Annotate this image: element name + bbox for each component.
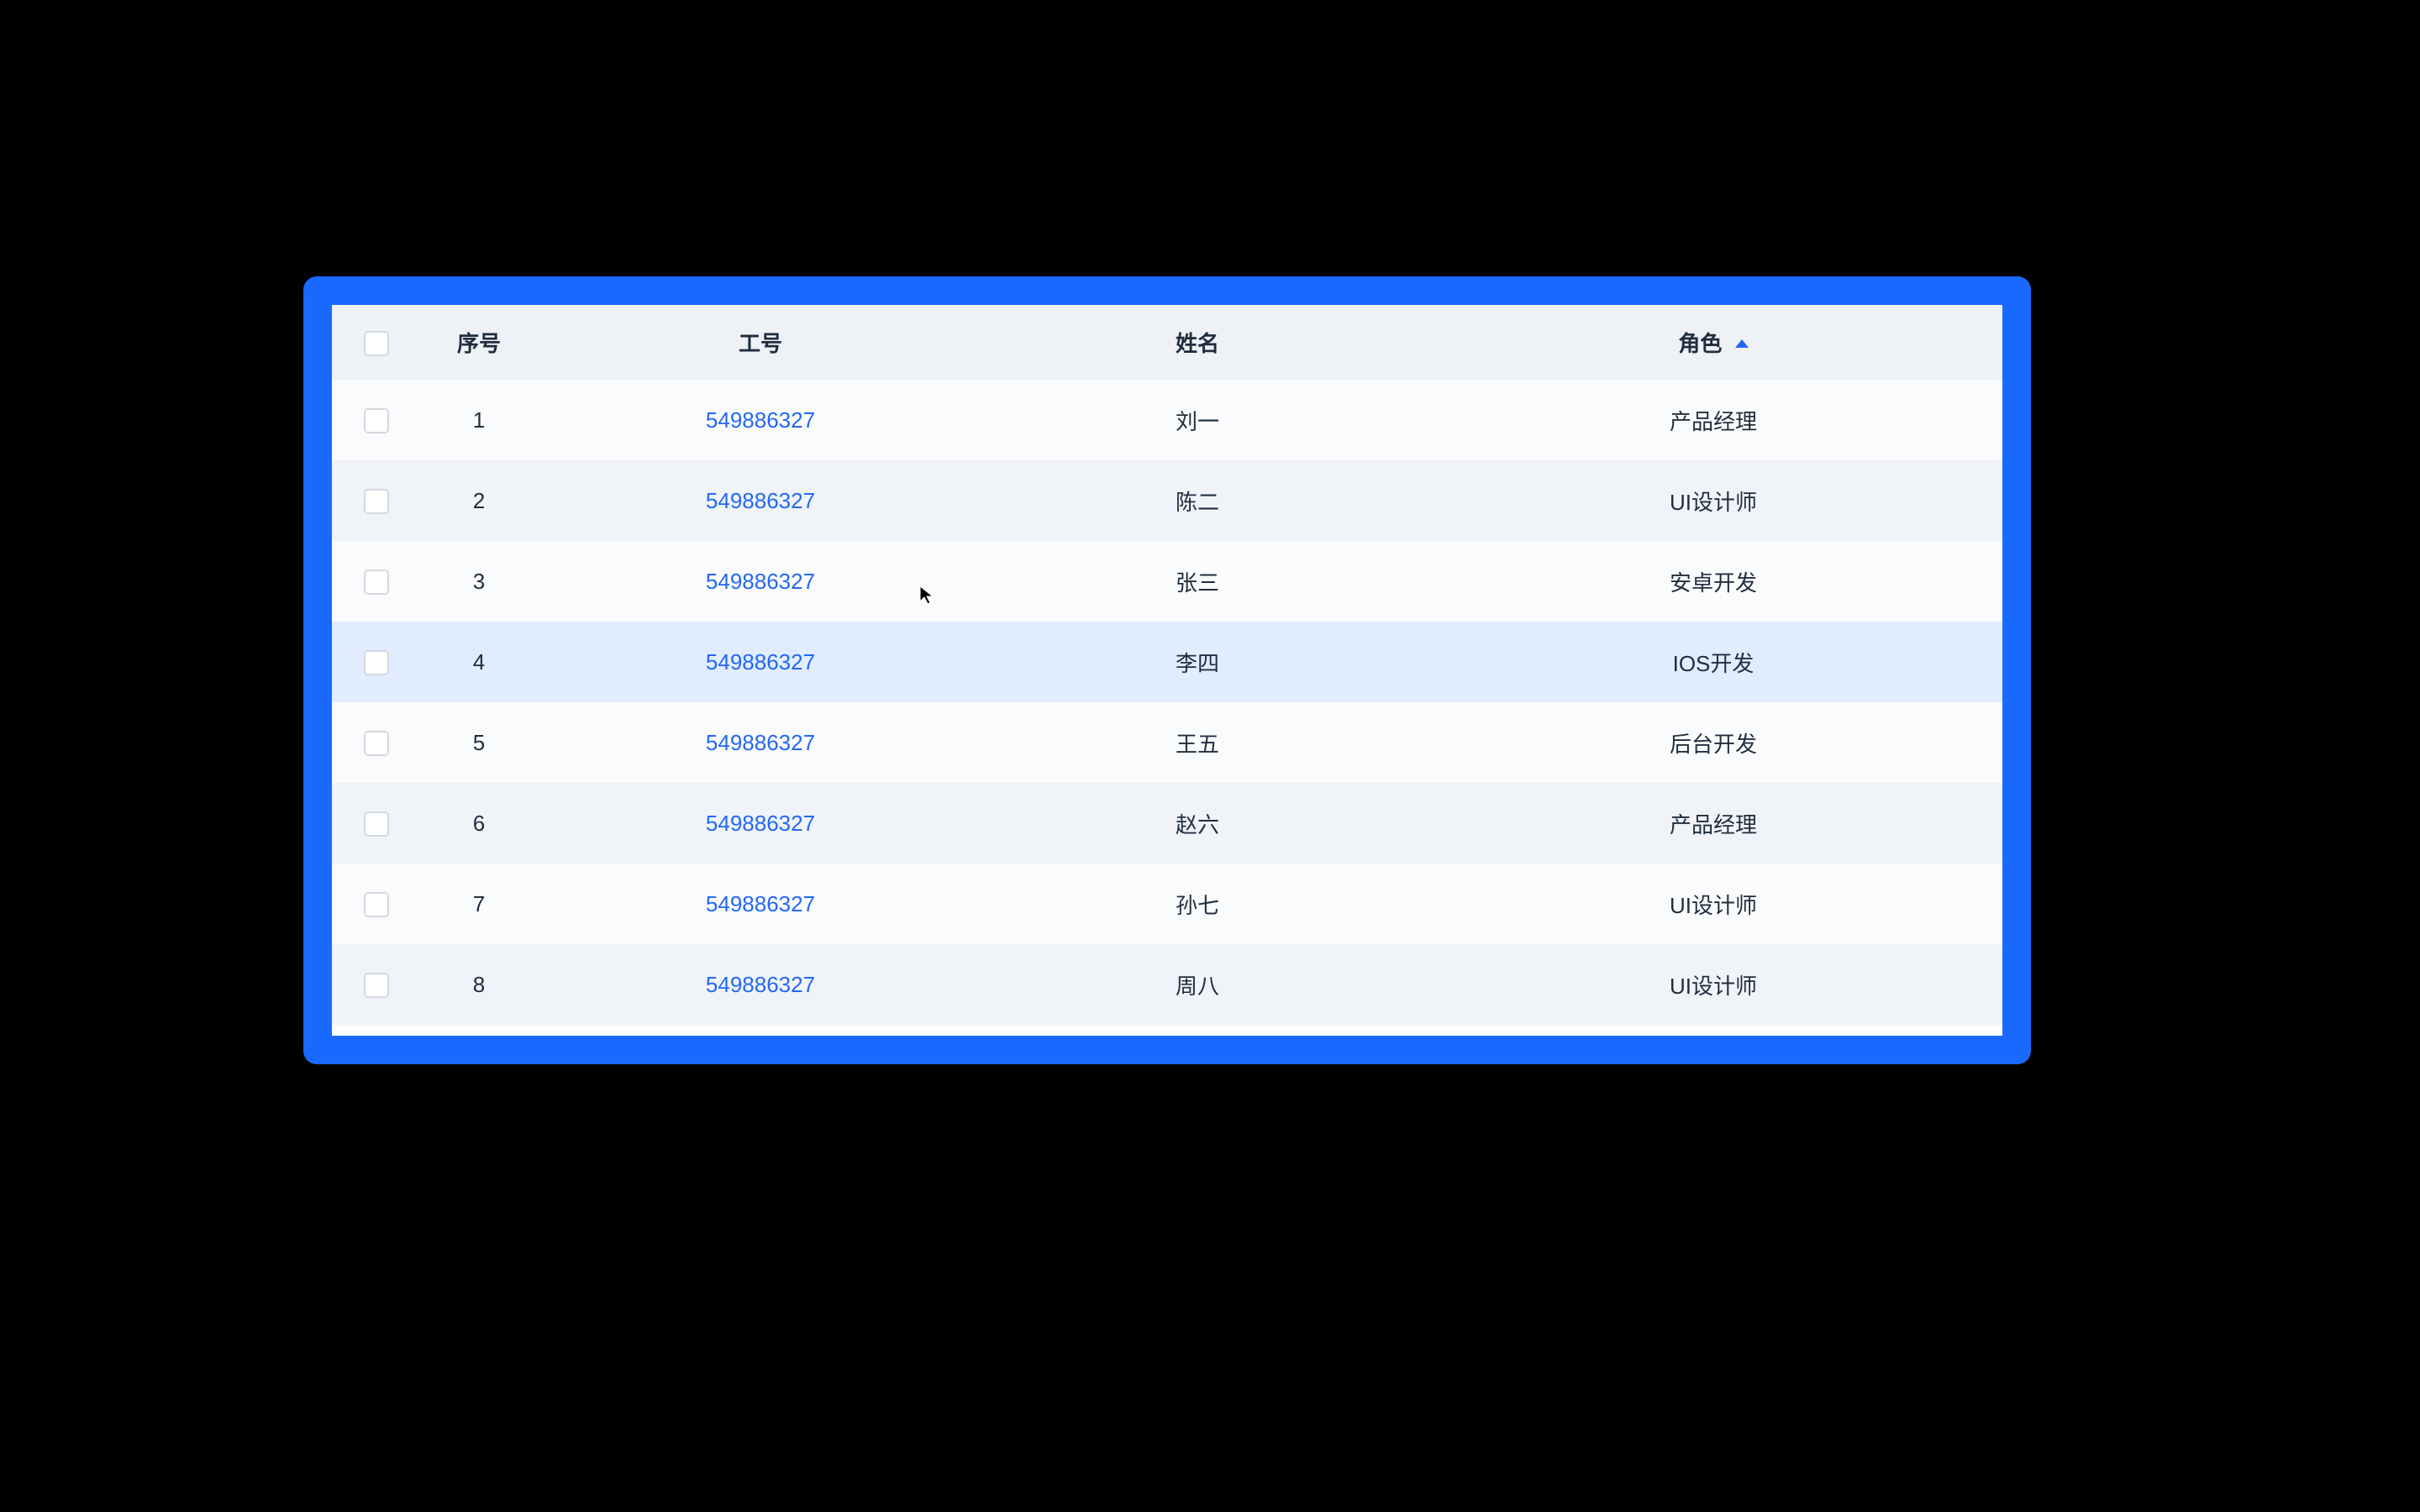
table-row[interactable]: 1 549886327 刘一产品经理 — [332, 380, 2002, 460]
row-checkbox[interactable] — [364, 408, 389, 433]
row-id-cell: 549886327 — [550, 864, 971, 944]
row-id-cell: 549886327 — [550, 622, 971, 702]
row-checkbox-cell — [332, 460, 408, 541]
row-name: 赵六 — [971, 783, 1424, 864]
table-row[interactable]: 5 549886327 王五后台开发 — [332, 702, 2002, 783]
table-row[interactable]: 6 549886327 赵六产品经理 — [332, 783, 2002, 864]
row-checkbox[interactable] — [364, 570, 389, 595]
row-id-cell: 549886327 — [550, 944, 971, 1025]
row-checkbox-cell — [332, 541, 408, 622]
table-body: 1549886327刘一产品经理2549886327陈二UI设计师3549886… — [332, 380, 2002, 1025]
row-id-cell: 549886327 — [550, 702, 971, 783]
table-row[interactable]: 4 549886327 李四IOS开发 — [332, 622, 2002, 702]
row-id-link[interactable]: 549886327 — [706, 730, 815, 755]
row-seq: 6 — [408, 783, 550, 864]
row-id-cell: 549886327 — [550, 541, 971, 622]
row-id-link[interactable]: 549886327 — [706, 891, 815, 916]
table-row[interactable]: 7 549886327 孙七UI设计师 — [332, 864, 2002, 944]
select-all-checkbox[interactable] — [364, 331, 389, 356]
row-id-link[interactable]: 549886327 — [706, 569, 815, 594]
row-seq: 5 — [408, 702, 550, 783]
row-role: UI设计师 — [1424, 944, 2002, 1025]
row-checkbox[interactable] — [364, 973, 389, 998]
table-row[interactable]: 3 549886327 张三安卓开发 — [332, 541, 2002, 622]
component-frame: 序号 工号 姓名 角色 1549886327刘一产品经理2549886327陈二… — [303, 276, 2031, 1064]
row-role: IOS开发 — [1424, 622, 2002, 702]
row-checkbox-cell — [332, 622, 408, 702]
row-name: 陈二 — [971, 460, 1424, 541]
row-checkbox[interactable] — [364, 489, 389, 514]
row-role: 安卓开发 — [1424, 541, 2002, 622]
row-checkbox[interactable] — [364, 892, 389, 917]
row-checkbox-cell — [332, 702, 408, 783]
table-container: 序号 工号 姓名 角色 1549886327刘一产品经理2549886327陈二… — [332, 305, 2002, 1036]
row-id-link[interactable]: 549886327 — [706, 407, 815, 433]
row-name: 张三 — [971, 541, 1424, 622]
row-role: UI设计师 — [1424, 864, 2002, 944]
header-checkbox-cell — [332, 305, 408, 380]
header-role-label: 角色 — [1678, 331, 1722, 356]
table-row[interactable]: 8 549886327 周八UI设计师 — [332, 944, 2002, 1025]
row-checkbox-cell — [332, 380, 408, 460]
header-name[interactable]: 姓名 — [971, 305, 1424, 380]
row-seq: 4 — [408, 622, 550, 702]
data-table: 序号 工号 姓名 角色 1549886327刘一产品经理2549886327陈二… — [332, 305, 2002, 1025]
row-name: 刘一 — [971, 380, 1424, 460]
header-seq[interactable]: 序号 — [408, 305, 550, 380]
row-id-link[interactable]: 549886327 — [706, 649, 815, 675]
row-role: 后台开发 — [1424, 702, 2002, 783]
row-seq: 8 — [408, 944, 550, 1025]
row-seq: 1 — [408, 380, 550, 460]
row-name: 李四 — [971, 622, 1424, 702]
row-checkbox[interactable] — [364, 650, 389, 675]
row-name: 王五 — [971, 702, 1424, 783]
row-checkbox-cell — [332, 864, 408, 944]
row-id-cell: 549886327 — [550, 380, 971, 460]
table-row[interactable]: 2 549886327 陈二UI设计师 — [332, 460, 2002, 541]
table-scroll-region[interactable]: 序号 工号 姓名 角色 1549886327刘一产品经理2549886327陈二… — [332, 305, 2002, 1036]
row-checkbox[interactable] — [364, 731, 389, 756]
header-id[interactable]: 工号 — [550, 305, 971, 380]
row-checkbox[interactable] — [364, 811, 389, 837]
row-id-link[interactable]: 549886327 — [706, 488, 815, 513]
header-role[interactable]: 角色 — [1424, 305, 2002, 380]
row-seq: 3 — [408, 541, 550, 622]
row-id-cell: 549886327 — [550, 783, 971, 864]
sort-asc-icon — [1735, 339, 1749, 348]
row-name: 孙七 — [971, 864, 1424, 944]
row-name: 周八 — [971, 944, 1424, 1025]
row-role: 产品经理 — [1424, 783, 2002, 864]
row-role: 产品经理 — [1424, 380, 2002, 460]
table-header: 序号 工号 姓名 角色 — [332, 305, 2002, 380]
row-seq: 7 — [408, 864, 550, 944]
row-id-link[interactable]: 549886327 — [706, 972, 815, 997]
row-checkbox-cell — [332, 783, 408, 864]
row-seq: 2 — [408, 460, 550, 541]
row-id-cell: 549886327 — [550, 460, 971, 541]
row-checkbox-cell — [332, 944, 408, 1025]
row-role: UI设计师 — [1424, 460, 2002, 541]
row-id-link[interactable]: 549886327 — [706, 811, 815, 836]
